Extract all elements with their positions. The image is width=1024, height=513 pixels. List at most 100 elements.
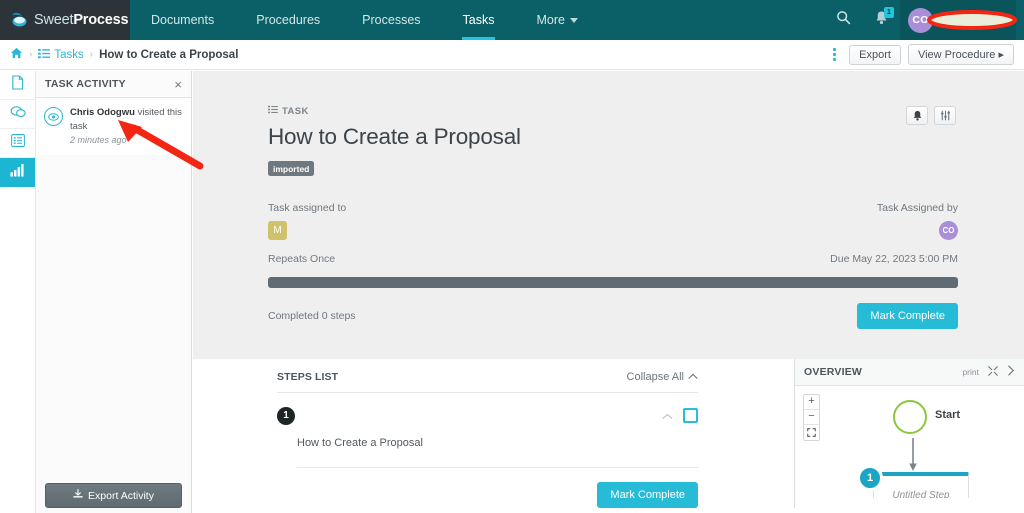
assigned-to-label: Task assigned to xyxy=(268,201,347,214)
notification-badge: 1 xyxy=(884,7,894,18)
task-activity-title: TASK ACTIVITY xyxy=(45,78,126,90)
overview-header: OVERVIEW print xyxy=(795,358,1024,386)
zoom-in-button[interactable]: + xyxy=(804,395,819,410)
eye-icon xyxy=(44,107,63,126)
step-collapse-chevron-up-icon[interactable] xyxy=(662,407,673,425)
nav-tab-processes[interactable]: Processes xyxy=(341,0,441,40)
task-detail-card: TASK How to Create a Proposal imported T… xyxy=(193,71,1024,359)
app-root: SweetProcess Documents Procedures Proces… xyxy=(0,0,1024,513)
home-icon[interactable] xyxy=(10,47,23,62)
assignment-row: Task assigned to M Task Assigned by CO xyxy=(268,202,958,240)
step-controls xyxy=(662,407,698,425)
nav-tab-tasks-label: Tasks xyxy=(462,13,495,27)
mark-complete-button[interactable]: Mark Complete xyxy=(857,302,958,329)
chevron-down-icon xyxy=(569,17,578,23)
steps-list-title: STEPS LIST xyxy=(277,370,339,383)
collapse-all-button[interactable]: Collapse All xyxy=(627,371,698,383)
nav-tab-documents-label: Documents xyxy=(151,13,215,27)
task-activity-header: TASK ACTIVITY × xyxy=(36,71,191,98)
diagram-start-node[interactable] xyxy=(893,399,927,434)
nav-tab-procedures[interactable]: Procedures xyxy=(235,0,341,40)
steps-list-pane: STEPS LIST Collapse All 1 How to Create … xyxy=(193,358,722,508)
nav-tab-documents[interactable]: Documents xyxy=(130,0,235,40)
nav-tab-more[interactable]: More xyxy=(515,0,598,40)
diagram-start-label: Start xyxy=(935,408,961,421)
activity-chart-icon xyxy=(10,163,25,182)
breadcrumb-separator-2: › xyxy=(89,49,94,60)
task-meta-row: Repeats Once Due May 22, 2023 5:00 PM xyxy=(268,253,958,265)
steps-list-header: STEPS LIST Collapse All xyxy=(277,371,698,393)
task-eyebrow: TASK xyxy=(268,105,958,117)
logo-word-sweet: Sweet xyxy=(34,12,74,28)
nav-tab-processes-label: Processes xyxy=(362,13,421,27)
view-procedure-button[interactable]: View Procedure ▸ xyxy=(907,44,1014,65)
zoom-fit-icon[interactable] xyxy=(804,425,819,440)
breadcrumb: › Tasks › How to Create a Proposal xyxy=(10,47,238,62)
checklist-icon xyxy=(10,134,25,152)
step-checkbox[interactable] xyxy=(683,408,698,423)
zoom-out-button[interactable]: − xyxy=(804,410,819,425)
task-activity-list: Chris Odogwu visited this task 2 minutes… xyxy=(36,98,191,155)
page-title: How to Create a Proposal xyxy=(268,124,521,149)
expand-icon[interactable] xyxy=(988,363,998,381)
overview-title: OVERVIEW xyxy=(804,365,863,378)
overview-diagram-canvas[interactable]: + − Start Untitled Step 1 xyxy=(795,385,1024,498)
activity-entry: Chris Odogwu visited this task 2 minutes… xyxy=(36,98,191,155)
assigned-by-label: Task Assigned by xyxy=(876,201,958,214)
collapse-all-label: Collapse All xyxy=(626,370,684,383)
step-item: 1 xyxy=(277,393,698,425)
assigned-to-block: Task assigned to M xyxy=(268,202,346,240)
sweetprocess-logo-icon xyxy=(10,12,29,28)
chevron-right-icon[interactable] xyxy=(1007,363,1015,381)
bell-icon[interactable] xyxy=(906,106,928,125)
breadcrumb-actions: Export View Procedure ▸ xyxy=(827,44,1014,65)
sliders-icon[interactable] xyxy=(934,106,956,125)
task-card-tools xyxy=(906,106,956,125)
diagram-step-badge: 1 xyxy=(857,464,883,491)
user-menu[interactable]: CO xyxy=(900,0,1016,40)
task-progress-bar xyxy=(268,276,958,288)
breadcrumb-bar: › Tasks › How to Create a Proposal Expor… xyxy=(0,40,1024,70)
export-button[interactable]: Export xyxy=(849,44,901,65)
nav-tab-procedures-label: Procedures xyxy=(256,13,321,27)
list-icon xyxy=(268,105,278,117)
breadcrumb-item-tasks[interactable]: Tasks xyxy=(38,48,84,62)
print-button[interactable]: print xyxy=(962,367,979,377)
export-activity-button[interactable]: Export Activity xyxy=(45,483,182,508)
breadcrumb-separator-1: › xyxy=(29,49,33,60)
activity-entry-text: Chris Odogwu visited this task xyxy=(70,106,183,134)
assignee-avatar[interactable]: M xyxy=(268,220,287,240)
lower-section: STEPS LIST Collapse All 1 How to Create … xyxy=(193,358,1024,508)
app-logo[interactable]: SweetProcess xyxy=(0,0,130,40)
more-options-icon[interactable] xyxy=(827,48,842,61)
rail-item-checklist[interactable] xyxy=(0,129,35,158)
assigner-avatar[interactable]: CO xyxy=(939,220,958,240)
search-icon xyxy=(836,10,851,30)
nav-tab-tasks[interactable]: Tasks xyxy=(442,0,516,40)
activity-timestamp: 2 minutes ago xyxy=(70,134,127,145)
rail-item-activity[interactable] xyxy=(0,158,35,187)
export-activity-label: Export Activity xyxy=(88,489,154,502)
step-number-badge: 1 xyxy=(277,406,295,425)
task-complete-row: Completed 0 steps Mark Complete xyxy=(268,302,958,329)
assigned-by-block: Task Assigned by CO xyxy=(877,202,958,240)
diagram-zoom-controls: + − xyxy=(803,393,820,441)
diagram-step-node[interactable]: Untitled Step xyxy=(873,471,969,498)
task-activity-panel: TASK ACTIVITY × Chris Odogwu visited thi… xyxy=(36,71,192,513)
diagram-flow-arrow-icon xyxy=(908,437,918,477)
main-content: TASK How to Create a Proposal imported T… xyxy=(193,71,1024,513)
notifications-button[interactable]: 1 xyxy=(862,0,900,40)
overview-panel: OVERVIEW print + − Start Untitled Step 1 xyxy=(794,358,1024,508)
export-activity-wrapper: Export Activity xyxy=(36,483,191,508)
overview-actions: print xyxy=(962,363,1015,381)
status-badge: imported xyxy=(268,161,315,176)
close-icon[interactable]: × xyxy=(174,78,182,91)
rail-item-comments[interactable] xyxy=(0,100,35,129)
search-button[interactable] xyxy=(824,0,862,40)
user-chevron-down-icon xyxy=(996,17,1004,23)
breadcrumb-tasks-label: Tasks xyxy=(54,48,84,61)
rail-item-documents[interactable] xyxy=(0,71,35,100)
chevron-up-icon xyxy=(688,371,698,383)
step-mark-complete-button[interactable]: Mark Complete xyxy=(597,481,698,508)
due-date-label: Due May 22, 2023 5:00 PM xyxy=(830,252,958,265)
